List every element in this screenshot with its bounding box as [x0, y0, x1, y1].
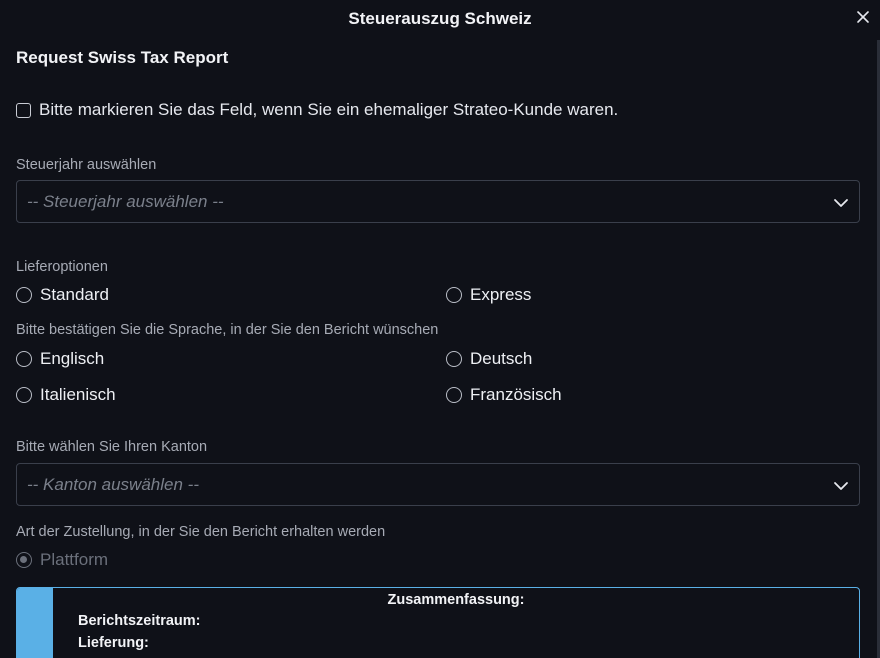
delivery-option-express[interactable]: Express: [446, 285, 531, 305]
former-client-checkbox-label: Bitte markieren Sie das Feld, wenn Sie e…: [39, 100, 619, 119]
summary-title: Zusammenfassung:: [387, 592, 525, 608]
tax-report-dialog: Steuerauszug Schweiz Request Swiss Tax R…: [0, 0, 880, 658]
tax-year-label: Steuerjahr auswählen: [16, 157, 157, 173]
form-heading: Request Swiss Tax Report: [16, 48, 229, 67]
summary-delivery: Lieferung:: [78, 635, 149, 651]
chevron-down-icon: [834, 482, 848, 490]
radio-italienisch-label: Italienisch: [40, 385, 116, 404]
tax-year-select[interactable]: -- Steuerjahr auswählen --: [16, 180, 860, 223]
summary-report-period: Berichtszeitraum:: [78, 613, 201, 629]
tax-year-placeholder: -- Steuerjahr auswählen --: [27, 192, 224, 211]
language-option-italienisch[interactable]: Italienisch: [16, 385, 116, 405]
former-client-checkbox[interactable]: [16, 102, 31, 118]
summary-accent-bar: [17, 588, 53, 658]
language-option-franzoesisch[interactable]: Französisch: [446, 385, 562, 405]
former-client-checkbox-row[interactable]: Bitte markieren Sie das Feld, wenn Sie e…: [16, 100, 618, 120]
language-option-deutsch[interactable]: Deutsch: [446, 349, 532, 369]
language-label: Bitte bestätigen Sie die Sprache, in der…: [16, 322, 439, 338]
delivery-option-standard[interactable]: Standard: [16, 285, 109, 305]
language-option-englisch[interactable]: Englisch: [16, 349, 104, 369]
radio-franzoesisch[interactable]: [446, 387, 462, 403]
chevron-down-icon: [834, 199, 848, 207]
radio-standard-label: Standard: [40, 285, 109, 304]
summary-panel: Zusammenfassung: Berichtszeitraum: Liefe…: [16, 587, 860, 658]
radio-deutsch[interactable]: [446, 351, 462, 367]
form-content: Request Swiss Tax Report Bitte markieren…: [16, 0, 860, 658]
delivery-options-label: Lieferoptionen: [16, 259, 108, 275]
radio-express[interactable]: [446, 287, 462, 303]
delivery-type-plattform[interactable]: Plattform: [16, 550, 108, 570]
radio-standard[interactable]: [16, 287, 32, 303]
delivery-type-label: Art der Zustellung, in der Sie den Beric…: [16, 524, 386, 540]
radio-franzoesisch-label: Französisch: [470, 385, 562, 404]
radio-express-label: Express: [470, 285, 532, 304]
radio-englisch-label: Englisch: [40, 349, 105, 368]
radio-italienisch[interactable]: [16, 387, 32, 403]
canton-select[interactable]: -- Kanton auswählen --: [16, 463, 860, 506]
radio-plattform[interactable]: [16, 552, 32, 568]
canton-placeholder: -- Kanton auswählen --: [27, 475, 199, 494]
radio-englisch[interactable]: [16, 351, 32, 367]
radio-deutsch-label: Deutsch: [470, 349, 533, 368]
radio-plattform-label: Plattform: [40, 550, 109, 569]
canton-label: Bitte wählen Sie Ihren Kanton: [16, 439, 208, 455]
